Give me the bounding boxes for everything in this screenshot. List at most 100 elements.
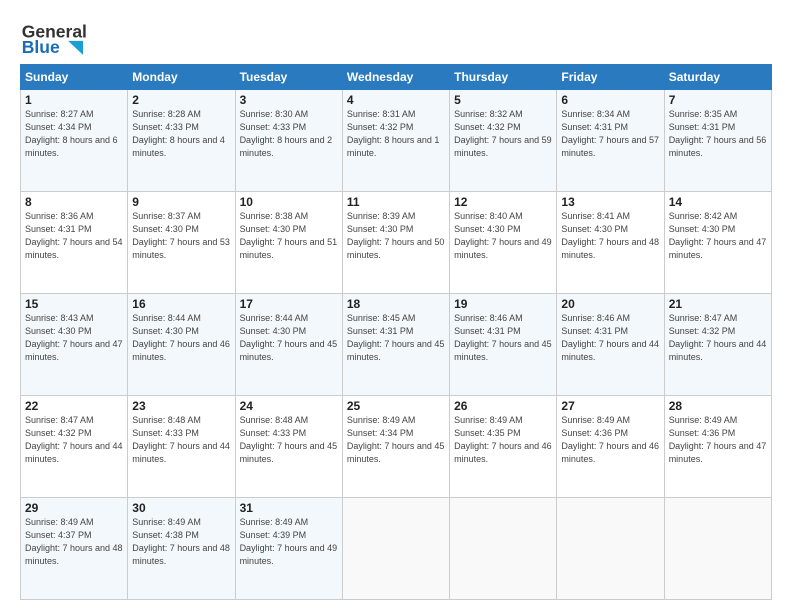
day-info: Sunrise: 8:49 AMSunset: 4:35 PMDaylight:… [454, 414, 552, 466]
day-number: 6 [561, 93, 659, 107]
calendar-cell: 11Sunrise: 8:39 AMSunset: 4:30 PMDayligh… [342, 192, 449, 294]
day-of-week-header: Thursday [450, 65, 557, 90]
day-number: 21 [669, 297, 767, 311]
day-info: Sunrise: 8:37 AMSunset: 4:30 PMDaylight:… [132, 210, 230, 262]
calendar-cell [450, 498, 557, 600]
calendar-cell: 1Sunrise: 8:27 AMSunset: 4:34 PMDaylight… [21, 90, 128, 192]
calendar-cell: 20Sunrise: 8:46 AMSunset: 4:31 PMDayligh… [557, 294, 664, 396]
day-of-week-header: Wednesday [342, 65, 449, 90]
day-number: 12 [454, 195, 552, 209]
calendar-table: SundayMondayTuesdayWednesdayThursdayFrid… [20, 64, 772, 600]
day-info: Sunrise: 8:46 AMSunset: 4:31 PMDaylight:… [454, 312, 552, 364]
calendar-cell: 31Sunrise: 8:49 AMSunset: 4:39 PMDayligh… [235, 498, 342, 600]
day-number: 23 [132, 399, 230, 413]
day-info: Sunrise: 8:34 AMSunset: 4:31 PMDaylight:… [561, 108, 659, 160]
calendar-week-row: 1Sunrise: 8:27 AMSunset: 4:34 PMDaylight… [21, 90, 772, 192]
calendar-cell: 3Sunrise: 8:30 AMSunset: 4:33 PMDaylight… [235, 90, 342, 192]
calendar-cell: 22Sunrise: 8:47 AMSunset: 4:32 PMDayligh… [21, 396, 128, 498]
day-number: 25 [347, 399, 445, 413]
day-number: 31 [240, 501, 338, 515]
calendar-cell: 8Sunrise: 8:36 AMSunset: 4:31 PMDaylight… [21, 192, 128, 294]
day-info: Sunrise: 8:32 AMSunset: 4:32 PMDaylight:… [454, 108, 552, 160]
calendar-cell: 5Sunrise: 8:32 AMSunset: 4:32 PMDaylight… [450, 90, 557, 192]
calendar-cell: 4Sunrise: 8:31 AMSunset: 4:32 PMDaylight… [342, 90, 449, 192]
day-info: Sunrise: 8:41 AMSunset: 4:30 PMDaylight:… [561, 210, 659, 262]
logo: General Blue [20, 16, 90, 56]
day-of-week-header: Tuesday [235, 65, 342, 90]
day-info: Sunrise: 8:47 AMSunset: 4:32 PMDaylight:… [25, 414, 123, 466]
day-info: Sunrise: 8:45 AMSunset: 4:31 PMDaylight:… [347, 312, 445, 364]
day-info: Sunrise: 8:48 AMSunset: 4:33 PMDaylight:… [132, 414, 230, 466]
calendar-cell: 6Sunrise: 8:34 AMSunset: 4:31 PMDaylight… [557, 90, 664, 192]
calendar-cell: 28Sunrise: 8:49 AMSunset: 4:36 PMDayligh… [664, 396, 771, 498]
day-of-week-header: Saturday [664, 65, 771, 90]
day-of-week-header: Monday [128, 65, 235, 90]
day-number: 28 [669, 399, 767, 413]
day-info: Sunrise: 8:28 AMSunset: 4:33 PMDaylight:… [132, 108, 230, 160]
day-info: Sunrise: 8:44 AMSunset: 4:30 PMDaylight:… [132, 312, 230, 364]
calendar-cell: 30Sunrise: 8:49 AMSunset: 4:38 PMDayligh… [128, 498, 235, 600]
day-info: Sunrise: 8:44 AMSunset: 4:30 PMDaylight:… [240, 312, 338, 364]
calendar-cell: 24Sunrise: 8:48 AMSunset: 4:33 PMDayligh… [235, 396, 342, 498]
day-number: 19 [454, 297, 552, 311]
day-number: 24 [240, 399, 338, 413]
calendar-header-row: SundayMondayTuesdayWednesdayThursdayFrid… [21, 65, 772, 90]
calendar-cell: 14Sunrise: 8:42 AMSunset: 4:30 PMDayligh… [664, 192, 771, 294]
day-info: Sunrise: 8:49 AMSunset: 4:38 PMDaylight:… [132, 516, 230, 568]
calendar-cell: 2Sunrise: 8:28 AMSunset: 4:33 PMDaylight… [128, 90, 235, 192]
day-number: 1 [25, 93, 123, 107]
day-number: 8 [25, 195, 123, 209]
calendar-cell: 25Sunrise: 8:49 AMSunset: 4:34 PMDayligh… [342, 396, 449, 498]
calendar-cell: 10Sunrise: 8:38 AMSunset: 4:30 PMDayligh… [235, 192, 342, 294]
calendar-cell: 7Sunrise: 8:35 AMSunset: 4:31 PMDaylight… [664, 90, 771, 192]
logo-svg: General Blue [20, 16, 90, 56]
day-info: Sunrise: 8:42 AMSunset: 4:30 PMDaylight:… [669, 210, 767, 262]
day-info: Sunrise: 8:31 AMSunset: 4:32 PMDaylight:… [347, 108, 445, 160]
header: General Blue [20, 16, 772, 56]
calendar-cell [664, 498, 771, 600]
day-info: Sunrise: 8:46 AMSunset: 4:31 PMDaylight:… [561, 312, 659, 364]
day-info: Sunrise: 8:38 AMSunset: 4:30 PMDaylight:… [240, 210, 338, 262]
calendar-cell: 26Sunrise: 8:49 AMSunset: 4:35 PMDayligh… [450, 396, 557, 498]
calendar-cell [342, 498, 449, 600]
calendar-cell: 15Sunrise: 8:43 AMSunset: 4:30 PMDayligh… [21, 294, 128, 396]
day-number: 17 [240, 297, 338, 311]
day-info: Sunrise: 8:35 AMSunset: 4:31 PMDaylight:… [669, 108, 767, 160]
day-number: 22 [25, 399, 123, 413]
day-number: 20 [561, 297, 659, 311]
day-of-week-header: Sunday [21, 65, 128, 90]
calendar-cell: 9Sunrise: 8:37 AMSunset: 4:30 PMDaylight… [128, 192, 235, 294]
day-info: Sunrise: 8:49 AMSunset: 4:37 PMDaylight:… [25, 516, 123, 568]
day-number: 13 [561, 195, 659, 209]
day-number: 4 [347, 93, 445, 107]
day-of-week-header: Friday [557, 65, 664, 90]
calendar-week-row: 8Sunrise: 8:36 AMSunset: 4:31 PMDaylight… [21, 192, 772, 294]
calendar-cell: 23Sunrise: 8:48 AMSunset: 4:33 PMDayligh… [128, 396, 235, 498]
day-info: Sunrise: 8:36 AMSunset: 4:31 PMDaylight:… [25, 210, 123, 262]
day-number: 14 [669, 195, 767, 209]
day-number: 15 [25, 297, 123, 311]
day-info: Sunrise: 8:39 AMSunset: 4:30 PMDaylight:… [347, 210, 445, 262]
day-number: 2 [132, 93, 230, 107]
calendar-cell: 13Sunrise: 8:41 AMSunset: 4:30 PMDayligh… [557, 192, 664, 294]
day-info: Sunrise: 8:49 AMSunset: 4:39 PMDaylight:… [240, 516, 338, 568]
day-number: 11 [347, 195, 445, 209]
day-info: Sunrise: 8:48 AMSunset: 4:33 PMDaylight:… [240, 414, 338, 466]
day-info: Sunrise: 8:40 AMSunset: 4:30 PMDaylight:… [454, 210, 552, 262]
day-number: 30 [132, 501, 230, 515]
day-number: 26 [454, 399, 552, 413]
day-number: 27 [561, 399, 659, 413]
calendar-cell: 21Sunrise: 8:47 AMSunset: 4:32 PMDayligh… [664, 294, 771, 396]
day-info: Sunrise: 8:49 AMSunset: 4:34 PMDaylight:… [347, 414, 445, 466]
day-number: 3 [240, 93, 338, 107]
calendar-cell [557, 498, 664, 600]
calendar-cell: 18Sunrise: 8:45 AMSunset: 4:31 PMDayligh… [342, 294, 449, 396]
calendar-cell: 29Sunrise: 8:49 AMSunset: 4:37 PMDayligh… [21, 498, 128, 600]
day-number: 16 [132, 297, 230, 311]
day-info: Sunrise: 8:49 AMSunset: 4:36 PMDaylight:… [669, 414, 767, 466]
day-info: Sunrise: 8:27 AMSunset: 4:34 PMDaylight:… [25, 108, 123, 160]
calendar-cell: 12Sunrise: 8:40 AMSunset: 4:30 PMDayligh… [450, 192, 557, 294]
calendar-cell: 19Sunrise: 8:46 AMSunset: 4:31 PMDayligh… [450, 294, 557, 396]
day-number: 10 [240, 195, 338, 209]
day-number: 18 [347, 297, 445, 311]
